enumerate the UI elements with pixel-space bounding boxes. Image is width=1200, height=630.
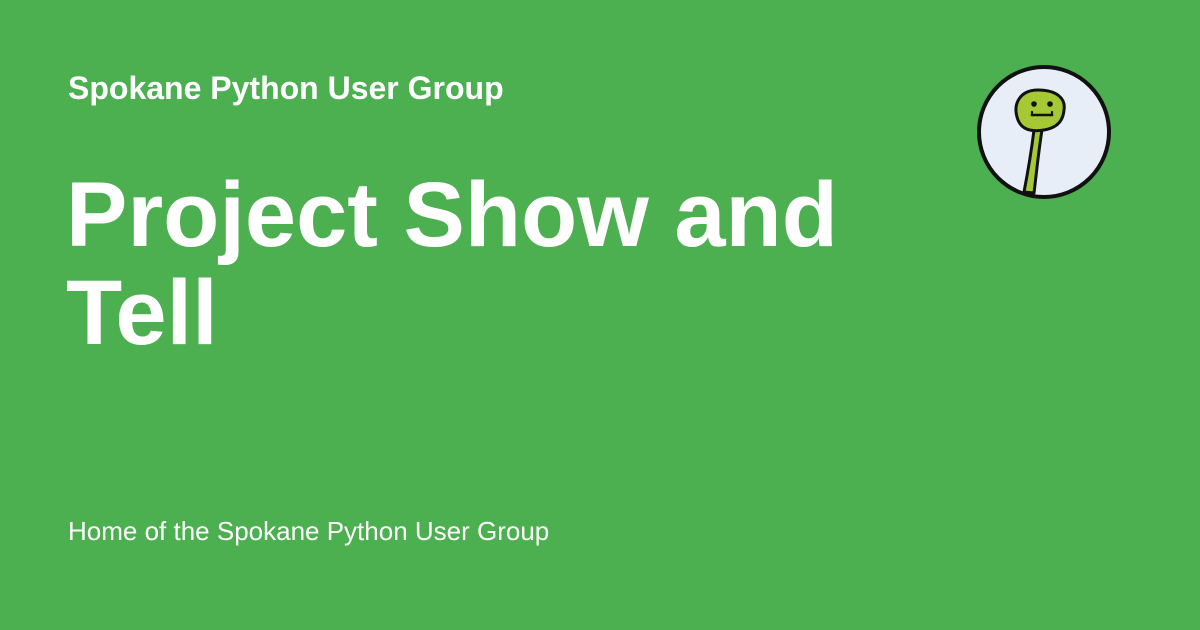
- page-title: Project Show and Tell: [66, 164, 838, 364]
- social-card: Spokane Python User Group Project Show a…: [0, 0, 1200, 630]
- logo-circle: [977, 65, 1111, 199]
- site-tagline: Home of the Spokane Python User Group: [68, 516, 550, 546]
- mascot-eye-left: [1031, 101, 1037, 107]
- mascot-eye-right: [1047, 101, 1053, 107]
- site-name: Spokane Python User Group: [68, 70, 504, 106]
- spug-mascot-logo-icon: [976, 64, 1112, 200]
- mascot-head: [1014, 88, 1066, 133]
